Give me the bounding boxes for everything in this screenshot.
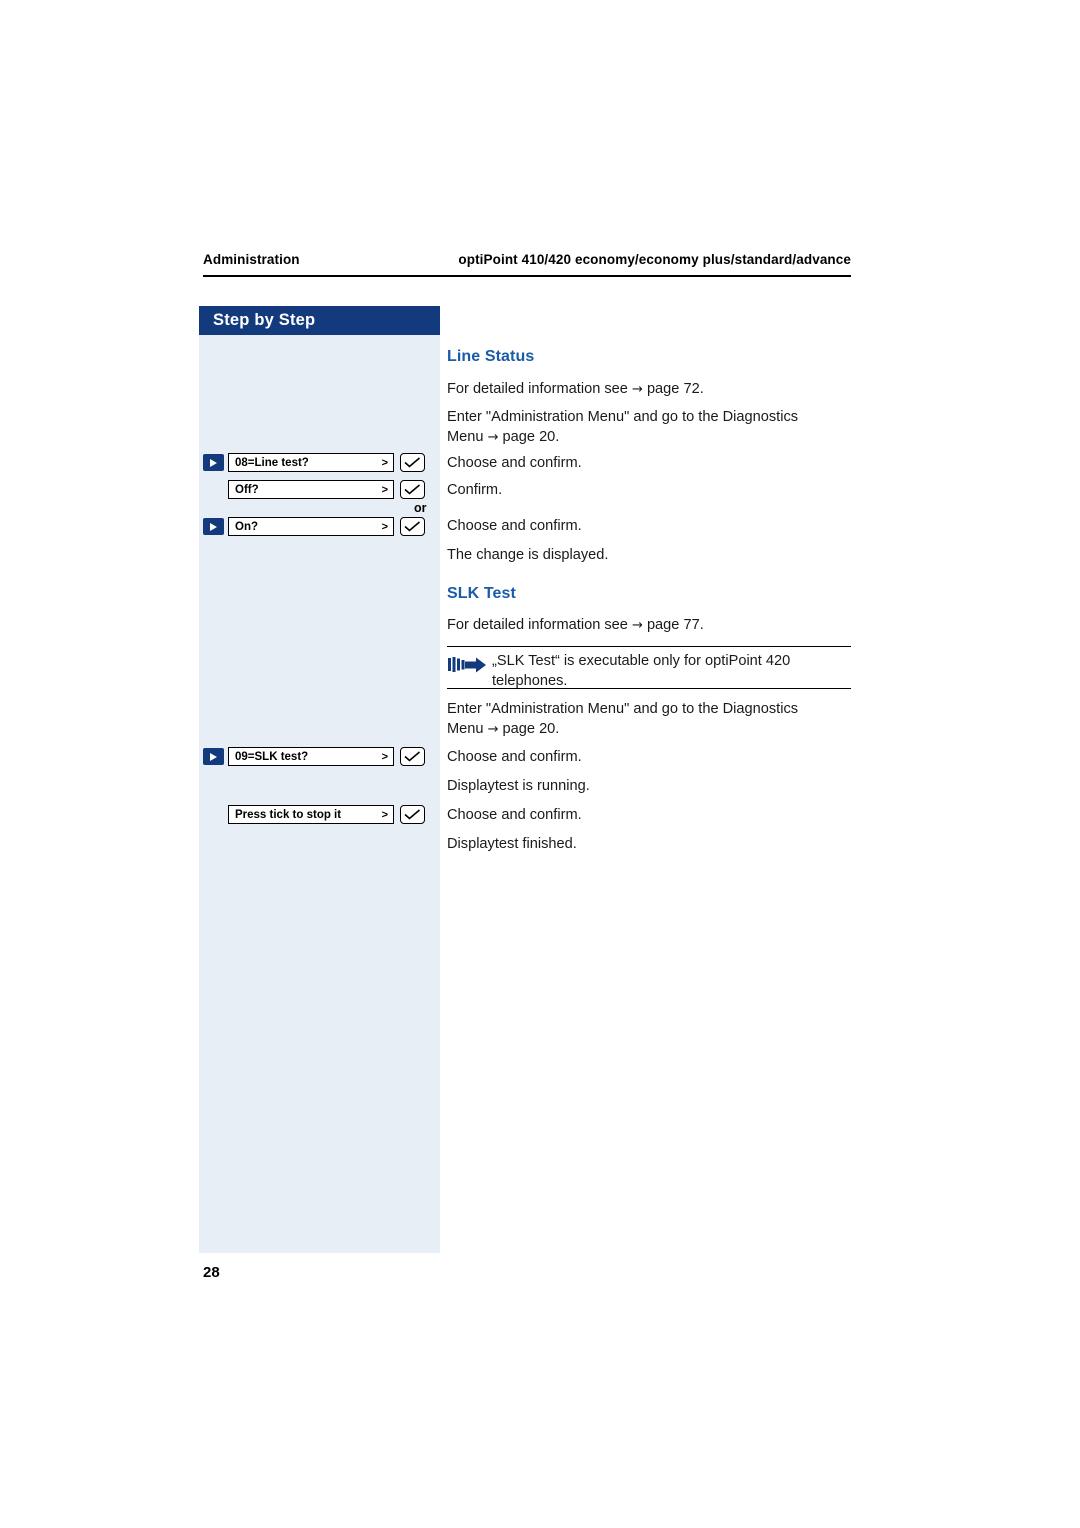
tick-key-icon xyxy=(400,805,425,824)
text-choose-and-confirm-4: Choose and confirm. xyxy=(447,807,582,823)
display-text: 08=Line test? xyxy=(235,456,309,469)
text-enter-admin: Enter "Administration Menu" and go to th… xyxy=(447,701,799,717)
key-row-on: On? > xyxy=(203,517,425,536)
right-arrow-icon: → xyxy=(487,430,499,445)
key-row-slk-test: 09=SLK test? > xyxy=(203,747,425,766)
text-enter-admin: Enter "Administration Menu" and go to th… xyxy=(447,409,799,425)
text-see-detail: For detailed information see xyxy=(447,381,628,397)
step-by-step-banner: Step by Step xyxy=(199,306,440,335)
heading-slk-test: SLK Test xyxy=(447,585,516,602)
paragraph-enter-admin-menu-1: Enter "Administration Menu" and go to th… xyxy=(447,407,851,448)
chevron-right-icon: > xyxy=(381,456,388,469)
paragraph-slk-test-ref: For detailed information see → page 77. xyxy=(447,615,851,636)
text-choose-and-confirm-1: Choose and confirm. xyxy=(447,455,582,471)
step-by-step-column xyxy=(199,335,440,1253)
step-by-step-label: Step by Step xyxy=(213,311,316,329)
right-arrow-icon: → xyxy=(631,382,643,397)
paragraph-enter-admin-menu-2: Enter "Administration Menu" and go to th… xyxy=(447,699,851,740)
note-line-1: „SLK Test“ is executable only for optiPo… xyxy=(492,653,791,669)
text-displaytest-finished: Displaytest finished. xyxy=(447,836,577,852)
text-page-ref: page 77. xyxy=(646,617,704,633)
key-row-line-test: 08=Line test? > xyxy=(203,453,425,472)
display-text: Press tick to stop it xyxy=(235,808,342,821)
tick-key-icon xyxy=(400,453,425,472)
note-divider-top xyxy=(447,646,851,648)
text-confirm: Confirm. xyxy=(447,482,503,498)
note-text: „SLK Test“ is executable only for optiPo… xyxy=(492,651,848,691)
text-choose-and-confirm-3: Choose and confirm. xyxy=(447,749,582,765)
right-arrow-icon: → xyxy=(631,618,643,633)
note-line-2: telephones. xyxy=(492,673,568,689)
text-menu: Menu xyxy=(447,429,484,445)
chevron-right-icon: > xyxy=(381,483,388,496)
chevron-right-icon: > xyxy=(381,808,388,821)
text-displaytest-running: Displaytest is running. xyxy=(447,778,590,794)
text-choose-and-confirm-2: Choose and confirm. xyxy=(447,518,582,534)
document-page: Administration optiPoint 410/420 economy… xyxy=(0,0,1080,1528)
right-arrow-icon: → xyxy=(487,722,499,737)
tick-key-icon xyxy=(400,480,425,499)
page-header: Administration optiPoint 410/420 economy… xyxy=(203,252,851,267)
text-menu: Menu xyxy=(447,721,484,737)
or-separator-label: or xyxy=(414,501,427,515)
chevron-right-icon: > xyxy=(381,750,388,763)
display-field-on: On? > xyxy=(228,517,394,536)
display-field-press-tick: Press tick to stop it > xyxy=(228,805,394,824)
display-field-off: Off? > xyxy=(228,480,394,499)
key-spacer xyxy=(203,481,228,498)
text-see-detail: For detailed information see xyxy=(447,617,628,633)
key-row-off: Off? > xyxy=(203,480,425,499)
display-text: 09=SLK test? xyxy=(235,750,309,763)
text-page-ref: page 72. xyxy=(646,381,704,397)
text-change-displayed: The change is displayed. xyxy=(447,547,609,563)
display-text: Off? xyxy=(235,483,259,496)
chevron-right-icon: > xyxy=(381,520,388,533)
arrow-key-icon xyxy=(203,518,224,535)
tick-key-icon xyxy=(400,747,425,766)
text-page-ref: page 20. xyxy=(502,721,560,737)
page-number: 28 xyxy=(203,1264,220,1281)
note-divider-bottom xyxy=(447,688,851,690)
header-left-title: Administration xyxy=(203,252,300,267)
key-row-press-tick: Press tick to stop it > xyxy=(203,805,425,824)
display-text: On? xyxy=(235,520,258,533)
display-field-slk-test: 09=SLK test? > xyxy=(228,747,394,766)
paragraph-line-status-ref: For detailed information see → page 72. xyxy=(447,379,851,400)
arrow-key-icon xyxy=(203,748,224,765)
note-hand-arrow-icon xyxy=(448,656,488,676)
key-spacer xyxy=(203,806,228,823)
header-divider xyxy=(203,275,851,277)
display-field-line-test: 08=Line test? > xyxy=(228,453,394,472)
header-right-title: optiPoint 410/420 economy/economy plus/s… xyxy=(458,252,851,267)
text-page-ref: page 20. xyxy=(502,429,560,445)
tick-key-icon xyxy=(400,517,425,536)
heading-line-status: Line Status xyxy=(447,348,535,365)
arrow-key-icon xyxy=(203,454,224,471)
